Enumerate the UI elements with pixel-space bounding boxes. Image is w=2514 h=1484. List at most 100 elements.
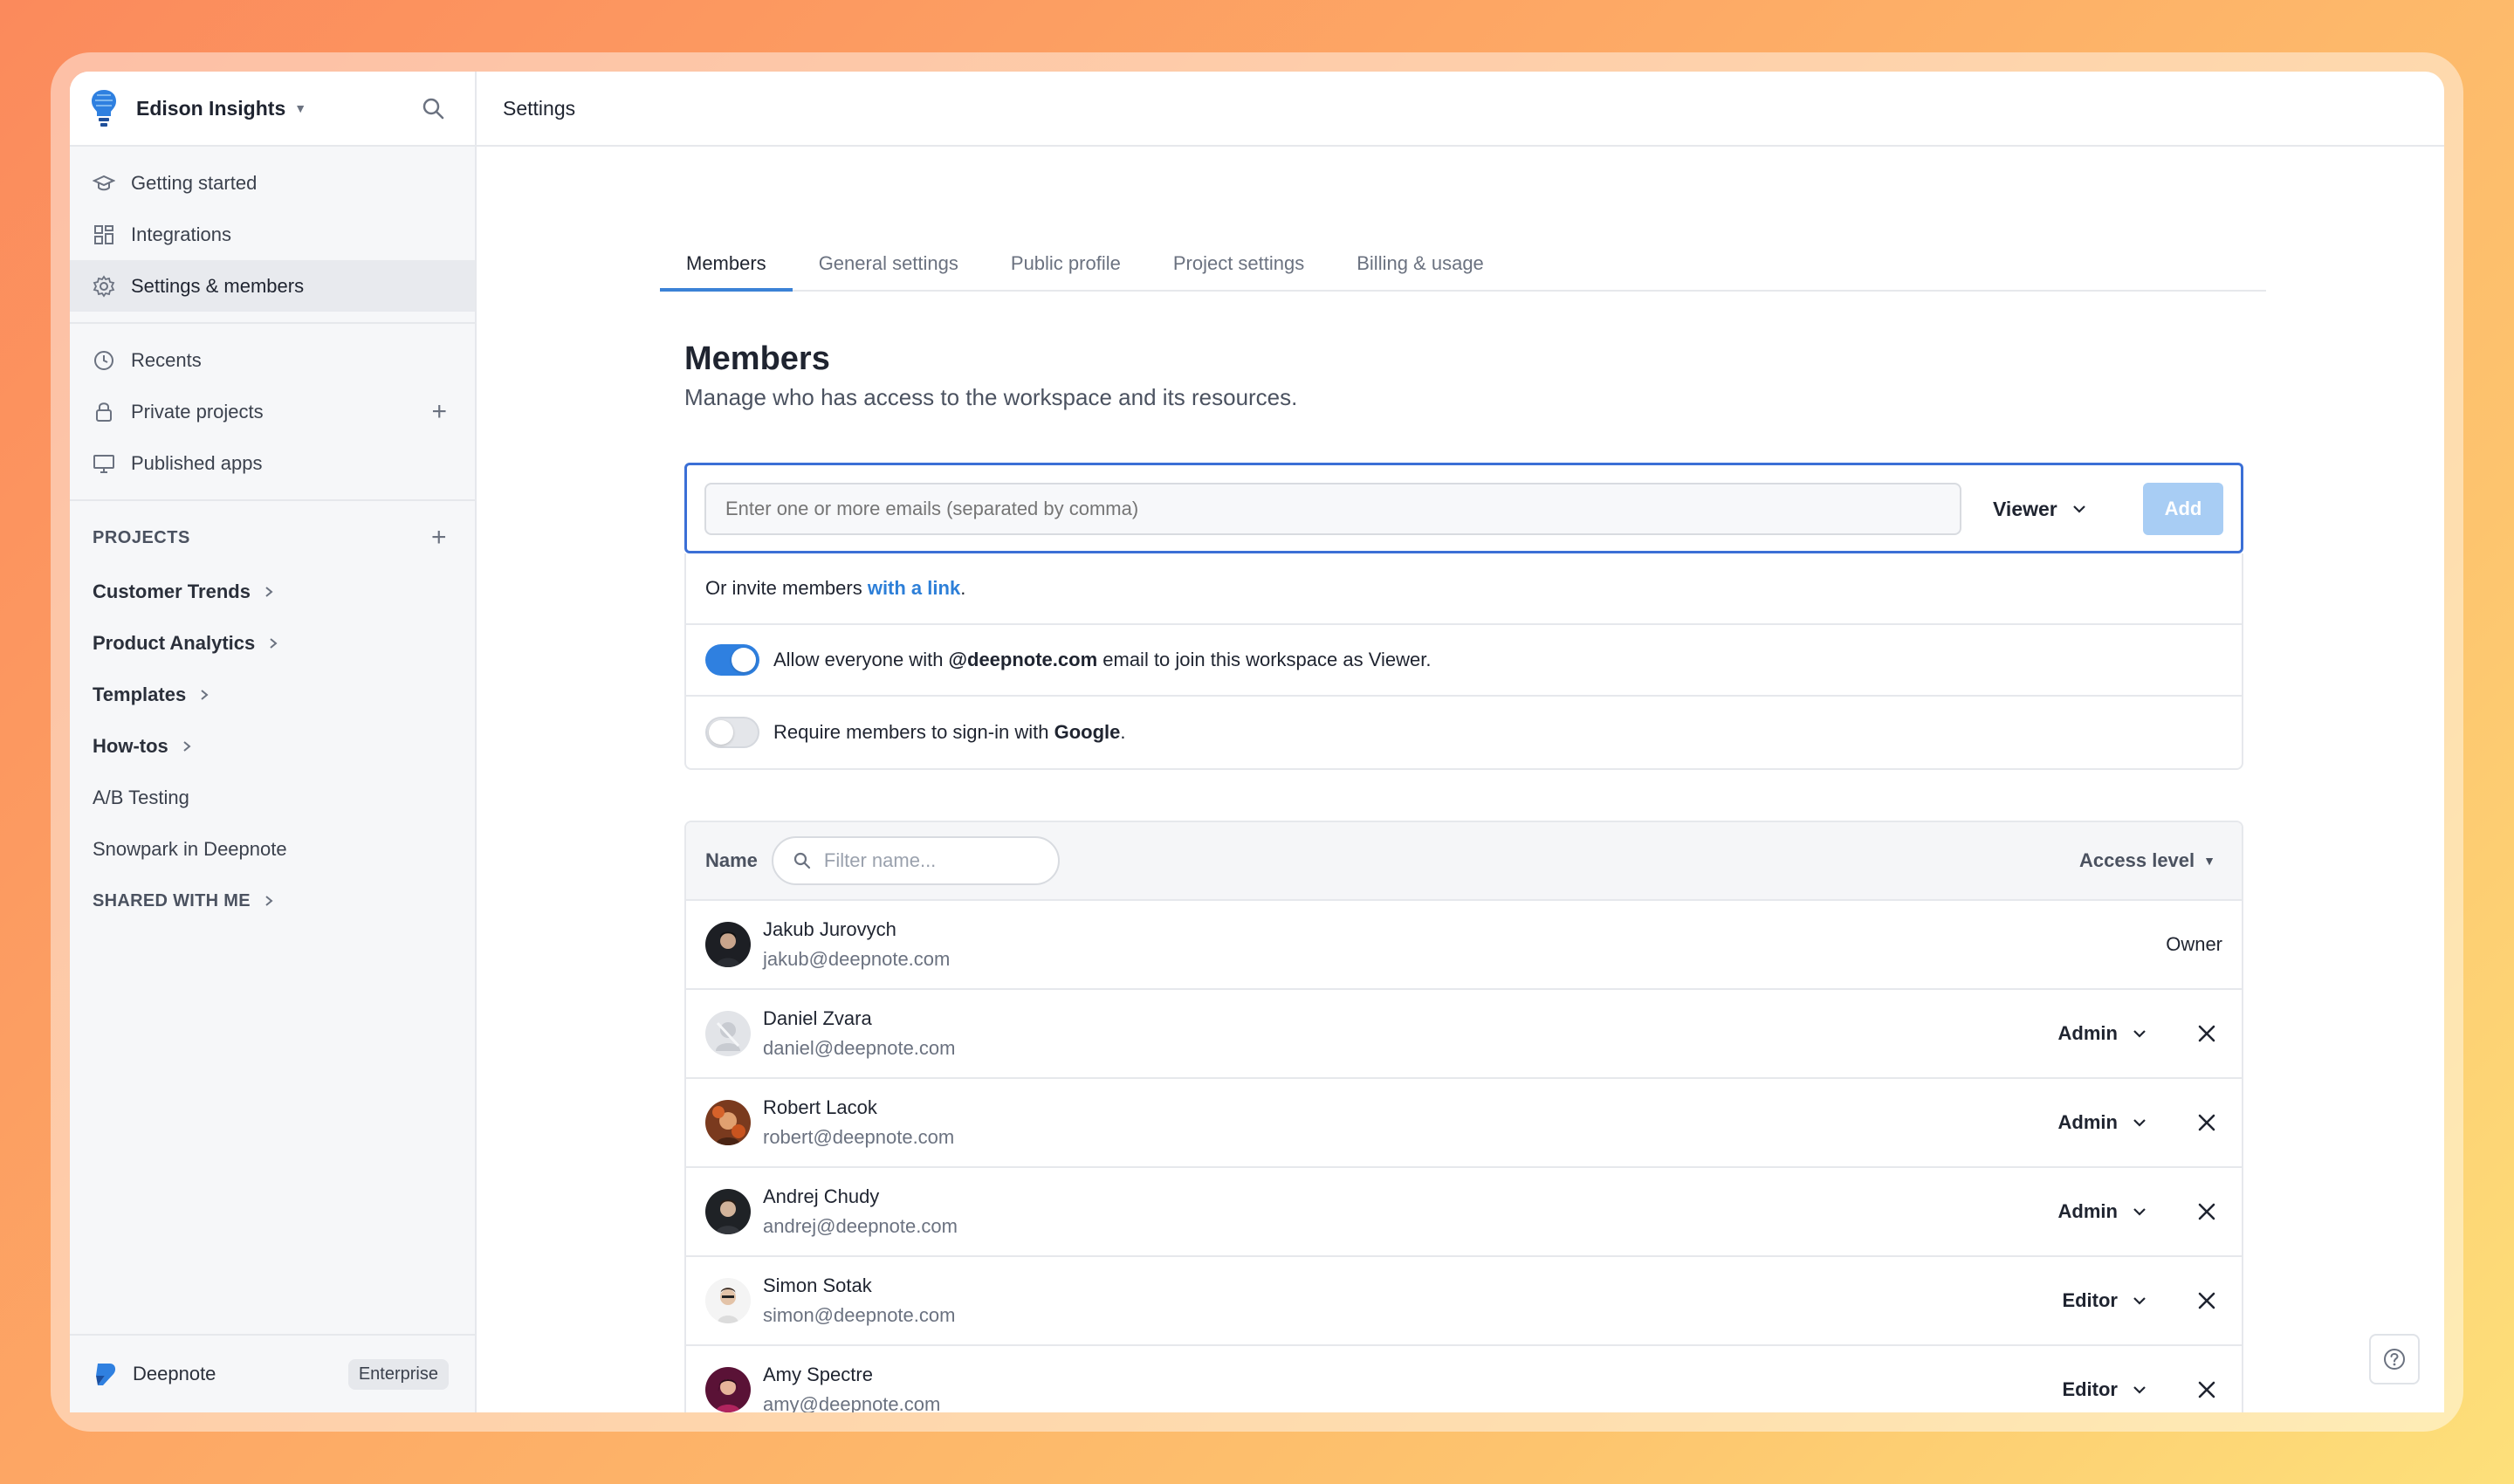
sidebar-top-section: Getting started Integrations Settings & … <box>70 147 475 324</box>
toggle-knob <box>709 720 733 745</box>
gear-icon <box>93 274 115 298</box>
access-level-sort[interactable]: Access level ▼ <box>2079 849 2215 872</box>
member-role-select[interactable]: Admin <box>2058 1022 2147 1045</box>
chevron-down-icon <box>2072 505 2085 513</box>
sidebar-item-integrations[interactable]: Integrations <box>70 209 475 260</box>
domain-join-toggle[interactable] <box>705 644 759 676</box>
projects-section: PROJECTS + Customer Trends Product Analy… <box>70 501 475 927</box>
page-title: Members <box>684 340 830 377</box>
filter-name-input[interactable]: Filter name... <box>771 836 1060 885</box>
table-row: Andrej Chudy andrej@deepnote.com Admin <box>686 1168 2242 1257</box>
member-role: Admin <box>2057 1200 2118 1222</box>
grid-icon <box>93 223 115 246</box>
add-member-button[interactable]: Add <box>2143 483 2223 535</box>
table-row: Daniel Zvara daniel@deepnote.com Admin <box>686 990 2242 1079</box>
avatar <box>705 1011 751 1056</box>
shared-with-me-heading[interactable]: SHARED WITH ME <box>70 875 475 927</box>
project-item-templates[interactable]: Templates <box>70 669 475 720</box>
project-item-snowpark[interactable]: Snowpark in Deepnote <box>70 823 475 875</box>
settings-tabs: Members General settings Public profile … <box>660 237 2266 292</box>
main-panel: Settings Members General settings Public… <box>477 72 2444 1412</box>
member-info: Robert Lacok robert@deepnote.com <box>763 1093 954 1152</box>
member-email: robert@deepnote.com <box>763 1126 955 1148</box>
tab-billing-usage[interactable]: Billing & usage <box>1330 237 1510 290</box>
member-role-select[interactable]: Admin <box>2058 1111 2147 1134</box>
chevron-down-icon <box>2133 1386 2146 1394</box>
sidebar-item-published-apps[interactable]: Published apps <box>70 437 475 489</box>
tab-public-profile[interactable]: Public profile <box>985 237 1147 290</box>
chevron-down-icon <box>2133 1030 2146 1038</box>
project-label: Customer Trends <box>93 580 251 602</box>
member-role-select[interactable]: Editor <box>2062 1289 2147 1312</box>
remove-member-icon[interactable] <box>2195 1288 2219 1313</box>
project-item-product-analytics[interactable]: Product Analytics <box>70 617 475 669</box>
brand-name: Deepnote <box>133 1363 216 1384</box>
monitor-icon <box>93 452 115 475</box>
chevron-down-icon <box>2133 1119 2146 1127</box>
tab-members[interactable]: Members <box>660 237 793 292</box>
remove-member-icon[interactable] <box>2195 1110 2219 1135</box>
member-name: Simon Sotak <box>763 1274 872 1296</box>
projects-heading-label: PROJECTS <box>93 527 190 547</box>
main-header: Settings <box>477 72 2444 147</box>
invite-email-input[interactable] <box>704 483 1961 535</box>
member-role: Owner <box>2166 933 2222 955</box>
member-role: Admin <box>2057 1111 2118 1133</box>
avatar <box>705 1100 751 1145</box>
add-project-icon[interactable]: + <box>431 523 447 553</box>
sidebar-item-getting-started[interactable]: Getting started <box>70 157 475 209</box>
sidebar-item-label: Recents <box>131 348 202 371</box>
domain-join-row: Allow everyone with @deepnote.com email … <box>686 625 2242 697</box>
member-role-select[interactable]: Editor <box>2062 1378 2147 1401</box>
sidebar-item-label: Integrations <box>131 223 231 245</box>
caret-down-icon: ▼ <box>294 101 307 115</box>
tab-general-settings[interactable]: General settings <box>793 237 985 290</box>
member-name: Jakub Jurovych <box>763 918 896 940</box>
workspace-name: Edison Insights <box>136 96 286 120</box>
member-role-select[interactable]: Admin <box>2058 1200 2147 1223</box>
sidebar-item-private-projects[interactable]: Private projects + <box>70 386 475 437</box>
lock-icon <box>93 401 115 423</box>
invite-link[interactable]: with a link <box>868 577 960 600</box>
project-item-customer-trends[interactable]: Customer Trends <box>70 566 475 617</box>
invite-role-select[interactable]: Viewer <box>1993 483 2087 535</box>
project-label: Snowpark in Deepnote <box>93 837 287 860</box>
member-name: Robert Lacok <box>763 1096 877 1118</box>
workspace-logo-icon <box>92 90 116 127</box>
invite-options: Or invite members with a link . Allow ev… <box>684 553 2243 770</box>
member-role: Editor <box>2062 1378 2118 1400</box>
chevron-down-icon <box>2133 1208 2146 1216</box>
add-private-project-icon[interactable]: + <box>431 397 447 427</box>
chevron-right-icon <box>265 586 273 597</box>
project-item-ab-testing[interactable]: A/B Testing <box>70 772 475 823</box>
page-header-title: Settings <box>503 96 576 120</box>
remove-member-icon[interactable] <box>2195 1199 2219 1224</box>
google-signin-prefix: Require members to sign-in with <box>773 721 1054 743</box>
avatar <box>705 1367 751 1412</box>
tab-project-settings[interactable]: Project settings <box>1147 237 1330 290</box>
help-button[interactable] <box>2369 1334 2420 1384</box>
sidebar-item-recents[interactable]: Recents <box>70 334 475 386</box>
members-table: Name Filter name... Access level ▼ Jakub… <box>684 821 2243 1412</box>
projects-heading: PROJECTS + <box>70 510 475 566</box>
members-table-header: Name Filter name... Access level ▼ <box>686 822 2242 901</box>
google-signin-toggle[interactable] <box>705 717 759 748</box>
search-icon[interactable] <box>419 94 449 124</box>
member-info: Andrej Chudy andrej@deepnote.com <box>763 1182 958 1241</box>
member-email: daniel@deepnote.com <box>763 1037 956 1059</box>
search-icon <box>793 852 811 869</box>
member-email: amy@deepnote.com <box>763 1393 941 1412</box>
project-label: Product Analytics <box>93 631 256 654</box>
chevron-right-icon <box>183 740 191 752</box>
project-item-how-tos[interactable]: How-tos <box>70 720 475 772</box>
remove-member-icon[interactable] <box>2195 1021 2219 1046</box>
sidebar-item-label: Private projects <box>131 400 264 423</box>
shared-with-me-label: SHARED WITH ME <box>93 890 251 910</box>
avatar <box>705 922 751 967</box>
google-signin-provider: Google <box>1054 721 1121 743</box>
member-email: andrej@deepnote.com <box>763 1215 958 1237</box>
remove-member-icon[interactable] <box>2195 1378 2219 1402</box>
member-info: Simon Sotak simon@deepnote.com <box>763 1271 955 1330</box>
workspace-switcher[interactable]: Edison Insights ▼ <box>136 97 306 120</box>
sidebar-item-settings-members[interactable]: Settings & members <box>70 260 475 312</box>
